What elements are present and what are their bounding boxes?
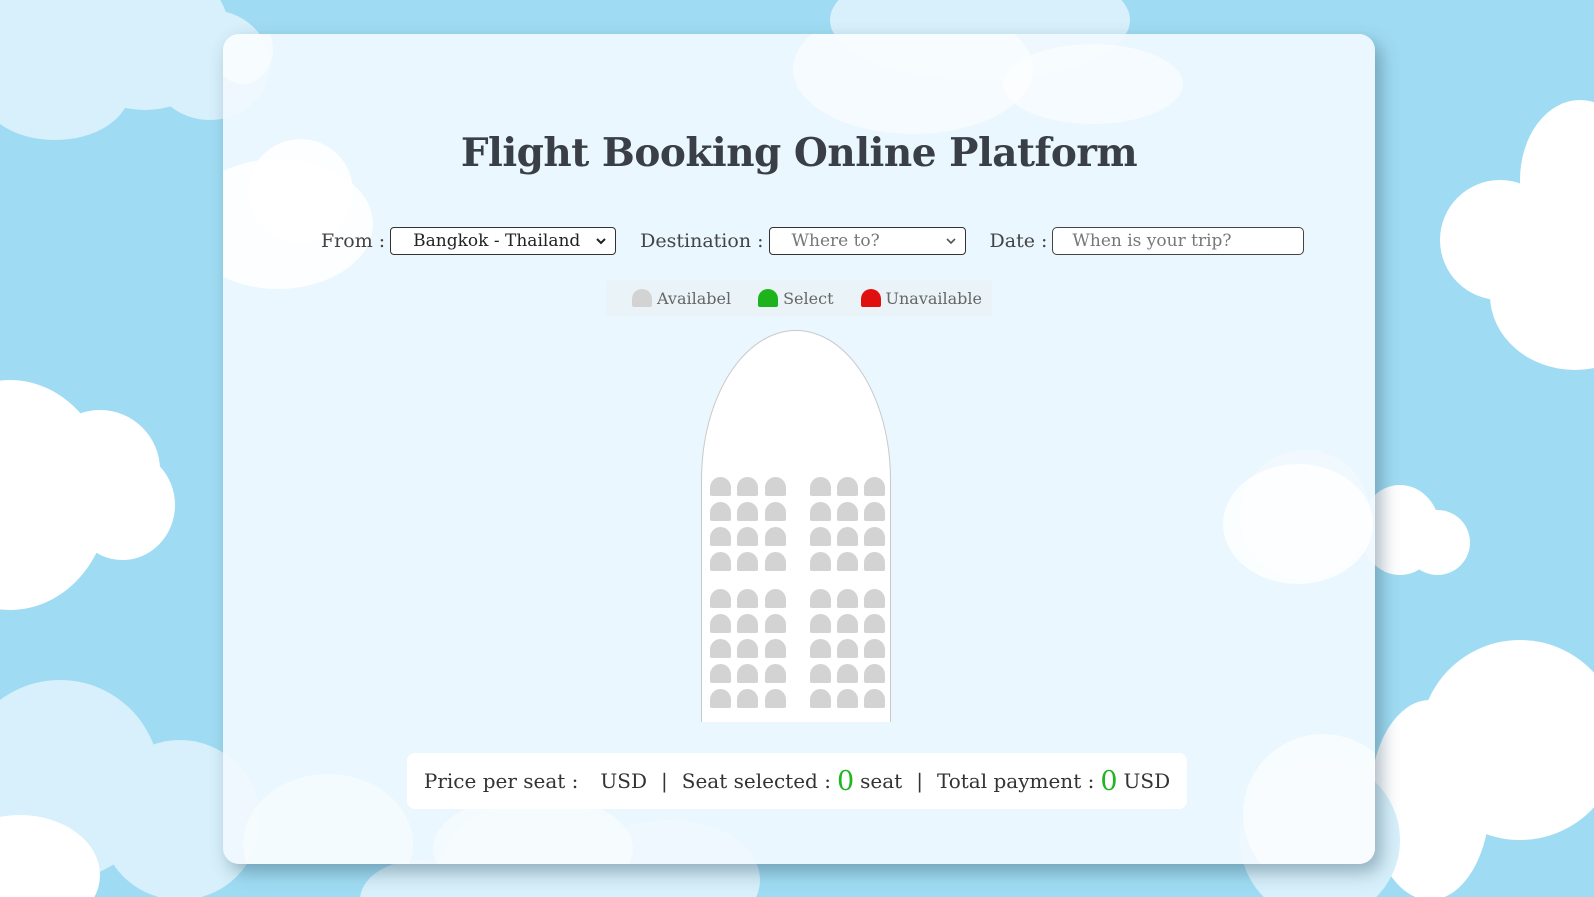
plane-seat-map: [701, 330, 891, 722]
destination-label: Destination :: [640, 230, 764, 252]
seat-button[interactable]: [737, 664, 758, 683]
seat-button[interactable]: [765, 589, 786, 608]
chevron-down-icon: [596, 238, 606, 245]
seat-button[interactable]: [810, 614, 831, 633]
booking-card: Flight Booking Online Platform From : Ba…: [223, 34, 1375, 864]
destination-placeholder: Where to?: [791, 231, 880, 251]
seat-button[interactable]: [837, 614, 858, 633]
legend-label: Select: [783, 288, 834, 308]
total-value: 0: [1100, 765, 1118, 797]
seat-button[interactable]: [810, 664, 831, 683]
seat-button[interactable]: [737, 689, 758, 708]
seat-available-icon: [632, 289, 652, 307]
from-select-value: Bangkok - Thailand: [413, 231, 581, 251]
seat-button[interactable]: [710, 689, 731, 708]
seats-count: 0: [836, 765, 855, 797]
seat-button[interactable]: [737, 639, 758, 658]
seat-button[interactable]: [710, 552, 731, 571]
seat-button[interactable]: [737, 477, 758, 496]
seat-button[interactable]: [864, 614, 885, 633]
page-title: Flight Booking Online Platform: [460, 130, 1138, 176]
seat-button[interactable]: [765, 689, 786, 708]
seat-button[interactable]: [810, 477, 831, 496]
seat-button[interactable]: [864, 664, 885, 683]
date-label: Date :: [989, 230, 1048, 252]
seat-button[interactable]: [864, 502, 885, 521]
total-label: Total payment :: [936, 769, 1095, 793]
seat-button[interactable]: [737, 502, 758, 521]
seat-button[interactable]: [710, 589, 731, 608]
seat-button[interactable]: [810, 527, 831, 546]
legend-available: Availabel: [632, 289, 731, 308]
booking-summary: Price per seat : USD | Seat selected : 0…: [407, 753, 1187, 809]
seat-button[interactable]: [810, 502, 831, 521]
seat-button[interactable]: [810, 689, 831, 708]
from-select[interactable]: Bangkok - Thailand: [390, 227, 617, 255]
seat-button[interactable]: [810, 552, 831, 571]
legend-label: Availabel: [657, 288, 732, 308]
seat-button[interactable]: [864, 639, 885, 658]
seat-button[interactable]: [765, 527, 786, 546]
separator: |: [661, 769, 668, 793]
seat-button[interactable]: [765, 502, 786, 521]
seat-button[interactable]: [737, 552, 758, 571]
seat-button[interactable]: [810, 589, 831, 608]
seat-button[interactable]: [737, 614, 758, 633]
price-label: Price per seat :: [423, 769, 579, 793]
seat-button[interactable]: [710, 527, 731, 546]
chevron-down-icon: [945, 238, 956, 245]
price-currency: USD: [600, 769, 648, 793]
seat-button[interactable]: [837, 589, 858, 608]
seat-button[interactable]: [765, 614, 786, 633]
seat-button[interactable]: [710, 477, 731, 496]
seat-button[interactable]: [765, 477, 786, 496]
seats-unit: seat: [860, 769, 903, 793]
seat-button[interactable]: [710, 502, 731, 521]
seat-button[interactable]: [864, 689, 885, 708]
seat-button[interactable]: [737, 589, 758, 608]
seat-legend: Availabel Select Unavailable: [606, 280, 992, 316]
seat-selected-icon: [758, 289, 779, 307]
separator: |: [916, 769, 923, 793]
seat-button[interactable]: [765, 639, 786, 658]
seats-label: Seat selected :: [681, 769, 831, 793]
seat-button[interactable]: [710, 664, 731, 683]
seat-button[interactable]: [710, 614, 731, 633]
seat-button[interactable]: [864, 477, 885, 496]
seat-button[interactable]: [710, 639, 731, 658]
search-controls: From : Bangkok - Thailand Destination : …: [321, 227, 1305, 255]
seat-button[interactable]: [864, 589, 885, 608]
legend-unavailable: Unavailable: [860, 288, 983, 308]
date-placeholder: When is your trip?: [1072, 231, 1232, 251]
seat-button[interactable]: [810, 639, 831, 658]
total-currency: USD: [1123, 769, 1171, 793]
seat-button[interactable]: [864, 552, 885, 571]
seat-button[interactable]: [837, 639, 858, 658]
seat-button[interactable]: [837, 527, 858, 546]
seat-button[interactable]: [765, 552, 786, 571]
legend-label: Unavailable: [885, 288, 983, 308]
seat-button[interactable]: [737, 527, 758, 546]
seat-button[interactable]: [837, 477, 858, 496]
from-label: From :: [321, 230, 386, 252]
seat-button[interactable]: [837, 689, 858, 708]
seat-button[interactable]: [864, 527, 885, 546]
seat-unavailable-icon: [860, 289, 881, 307]
seat-button[interactable]: [837, 664, 858, 683]
date-input[interactable]: When is your trip?: [1052, 227, 1305, 255]
seat-button[interactable]: [765, 664, 786, 683]
seat-button[interactable]: [837, 502, 858, 521]
legend-select: Select: [758, 288, 834, 308]
seat-button[interactable]: [837, 552, 858, 571]
destination-select[interactable]: Where to?: [768, 227, 966, 255]
